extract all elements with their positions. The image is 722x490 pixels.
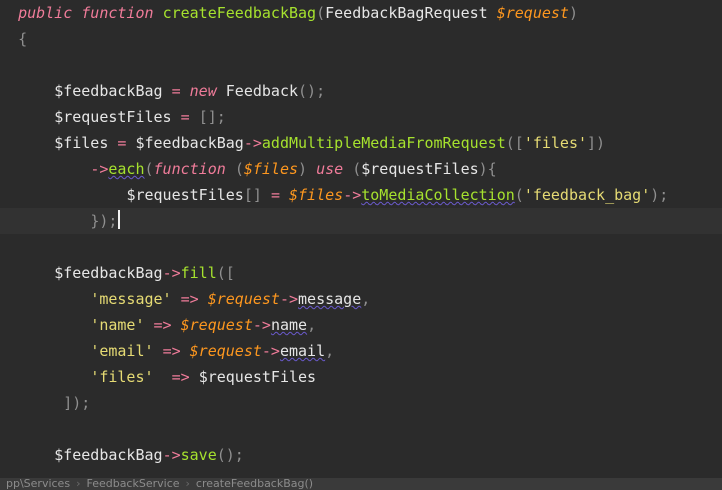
arrow-operator: -> bbox=[261, 342, 280, 360]
variable: $request bbox=[180, 316, 253, 334]
arrow-operator: -> bbox=[162, 264, 181, 282]
keyword: public bbox=[18, 4, 73, 22]
string: 'files' bbox=[90, 368, 154, 386]
variable: $files bbox=[289, 186, 344, 204]
variable: $requestFiles bbox=[54, 108, 172, 126]
type-name: FeedbackBagRequest bbox=[325, 4, 488, 22]
punctuation: ( bbox=[352, 160, 362, 178]
variable: $request bbox=[496, 4, 569, 22]
variable: $requestFiles bbox=[126, 186, 244, 204]
variable: $files bbox=[243, 160, 299, 178]
property: name bbox=[270, 316, 308, 334]
method-name: each bbox=[108, 160, 145, 178]
breadcrumb-item-method[interactable]: createFeedbackBag() bbox=[190, 478, 319, 490]
property: email bbox=[279, 342, 326, 360]
variable: $feedbackBag bbox=[54, 446, 163, 464]
code-line-9-current: }); bbox=[0, 208, 722, 234]
keyword: new bbox=[189, 82, 217, 100]
code-line-6: $files = $feedbackBag->addMultipleMediaF… bbox=[0, 130, 722, 156]
text-caret bbox=[118, 210, 121, 229]
string: 'email' bbox=[90, 342, 154, 360]
code-line-16: ]); bbox=[0, 390, 722, 416]
punctuation: ([ bbox=[216, 264, 235, 282]
code-line-8: $requestFiles[] = $files->toMediaCollect… bbox=[0, 182, 722, 208]
punctuation: ( bbox=[316, 4, 326, 22]
operator: = bbox=[270, 186, 280, 204]
variable: $feedbackBag bbox=[54, 82, 163, 100]
variable: $request bbox=[189, 342, 262, 360]
keyword: use bbox=[316, 160, 344, 178]
breadcrumb-item-class[interactable]: FeedbackService bbox=[80, 478, 185, 490]
code-line-12: 'message' => $request->message, bbox=[0, 286, 722, 312]
string: 'files' bbox=[523, 134, 588, 152]
class-name: Feedback bbox=[225, 82, 299, 100]
arrow-operator: -> bbox=[252, 316, 271, 334]
code-line-7: ->each(function ($files) use ($requestFi… bbox=[0, 156, 722, 182]
code-line-18: $feedbackBag->save(); bbox=[0, 442, 722, 468]
variable: $feedbackBag bbox=[54, 264, 163, 282]
punctuation: }); bbox=[90, 212, 118, 230]
method-name: fill bbox=[180, 264, 217, 282]
variable: $files bbox=[54, 134, 109, 152]
punctuation: , bbox=[325, 342, 335, 360]
punctuation: ( bbox=[144, 160, 154, 178]
variable: $request bbox=[207, 290, 280, 308]
breadcrumb: pp\Services › FeedbackService › createFeedba… bbox=[0, 478, 722, 490]
operator: = bbox=[180, 108, 190, 126]
punctuation: ]) bbox=[587, 134, 606, 152]
breadcrumb-item-namespace[interactable]: pp\Services bbox=[0, 478, 76, 490]
code-editor[interactable]: public function createFeedbackBag(Feedba… bbox=[0, 0, 722, 490]
punctuation: ( bbox=[514, 186, 524, 204]
code-line-14: 'email' => $request->email, bbox=[0, 338, 722, 364]
keyword: function bbox=[153, 160, 226, 178]
punctuation: ]); bbox=[63, 394, 91, 412]
code-line-2: { bbox=[0, 26, 722, 52]
string: 'feedback_bag' bbox=[523, 186, 651, 204]
variable: $requestFiles bbox=[361, 160, 479, 178]
punctuation: (); bbox=[216, 446, 244, 464]
brace: { bbox=[18, 30, 28, 48]
string: 'message' bbox=[90, 290, 172, 308]
operator: => bbox=[153, 316, 172, 334]
punctuation: ); bbox=[650, 186, 669, 204]
punctuation: (); bbox=[298, 82, 326, 100]
keyword: function bbox=[81, 4, 154, 22]
code-line-4: $feedbackBag = new Feedback(); bbox=[0, 78, 722, 104]
code-line-13: 'name' => $request->name, bbox=[0, 312, 722, 338]
operator: => bbox=[162, 342, 181, 360]
code-line-15: 'files' => $requestFiles bbox=[0, 364, 722, 390]
punctuation: ) bbox=[568, 4, 578, 22]
punctuation: , bbox=[307, 316, 317, 334]
property: message bbox=[298, 290, 362, 308]
arrow-operator: -> bbox=[279, 290, 299, 308]
variable: $requestFiles bbox=[198, 368, 317, 386]
method-name: toMediaCollection bbox=[361, 186, 515, 204]
code-line-11: $feedbackBag->fill([ bbox=[0, 260, 722, 286]
operator: = bbox=[171, 82, 181, 100]
code-line-5: $requestFiles = []; bbox=[0, 104, 722, 130]
punctuation: []; bbox=[198, 108, 226, 126]
variable: $feedbackBag bbox=[135, 134, 244, 152]
operator: => bbox=[171, 368, 190, 386]
operator: => bbox=[180, 290, 199, 308]
arrow-operator: -> bbox=[243, 134, 262, 152]
punctuation: ) bbox=[298, 160, 308, 178]
arrow-operator: -> bbox=[90, 160, 109, 178]
method-name: save bbox=[180, 446, 217, 464]
code-line-1: public function createFeedbackBag(Feedba… bbox=[0, 0, 722, 26]
arrow-operator: -> bbox=[343, 186, 362, 204]
punctuation: ([ bbox=[505, 134, 524, 152]
punctuation: ){ bbox=[478, 160, 497, 178]
punctuation: , bbox=[361, 290, 371, 308]
string: 'name' bbox=[90, 316, 145, 334]
punctuation: ( bbox=[234, 160, 244, 178]
arrow-operator: -> bbox=[162, 446, 181, 464]
function-name: createFeedbackBag bbox=[162, 4, 317, 22]
method-name: addMultipleMediaFromRequest bbox=[261, 134, 506, 152]
punctuation: [] bbox=[243, 186, 262, 204]
